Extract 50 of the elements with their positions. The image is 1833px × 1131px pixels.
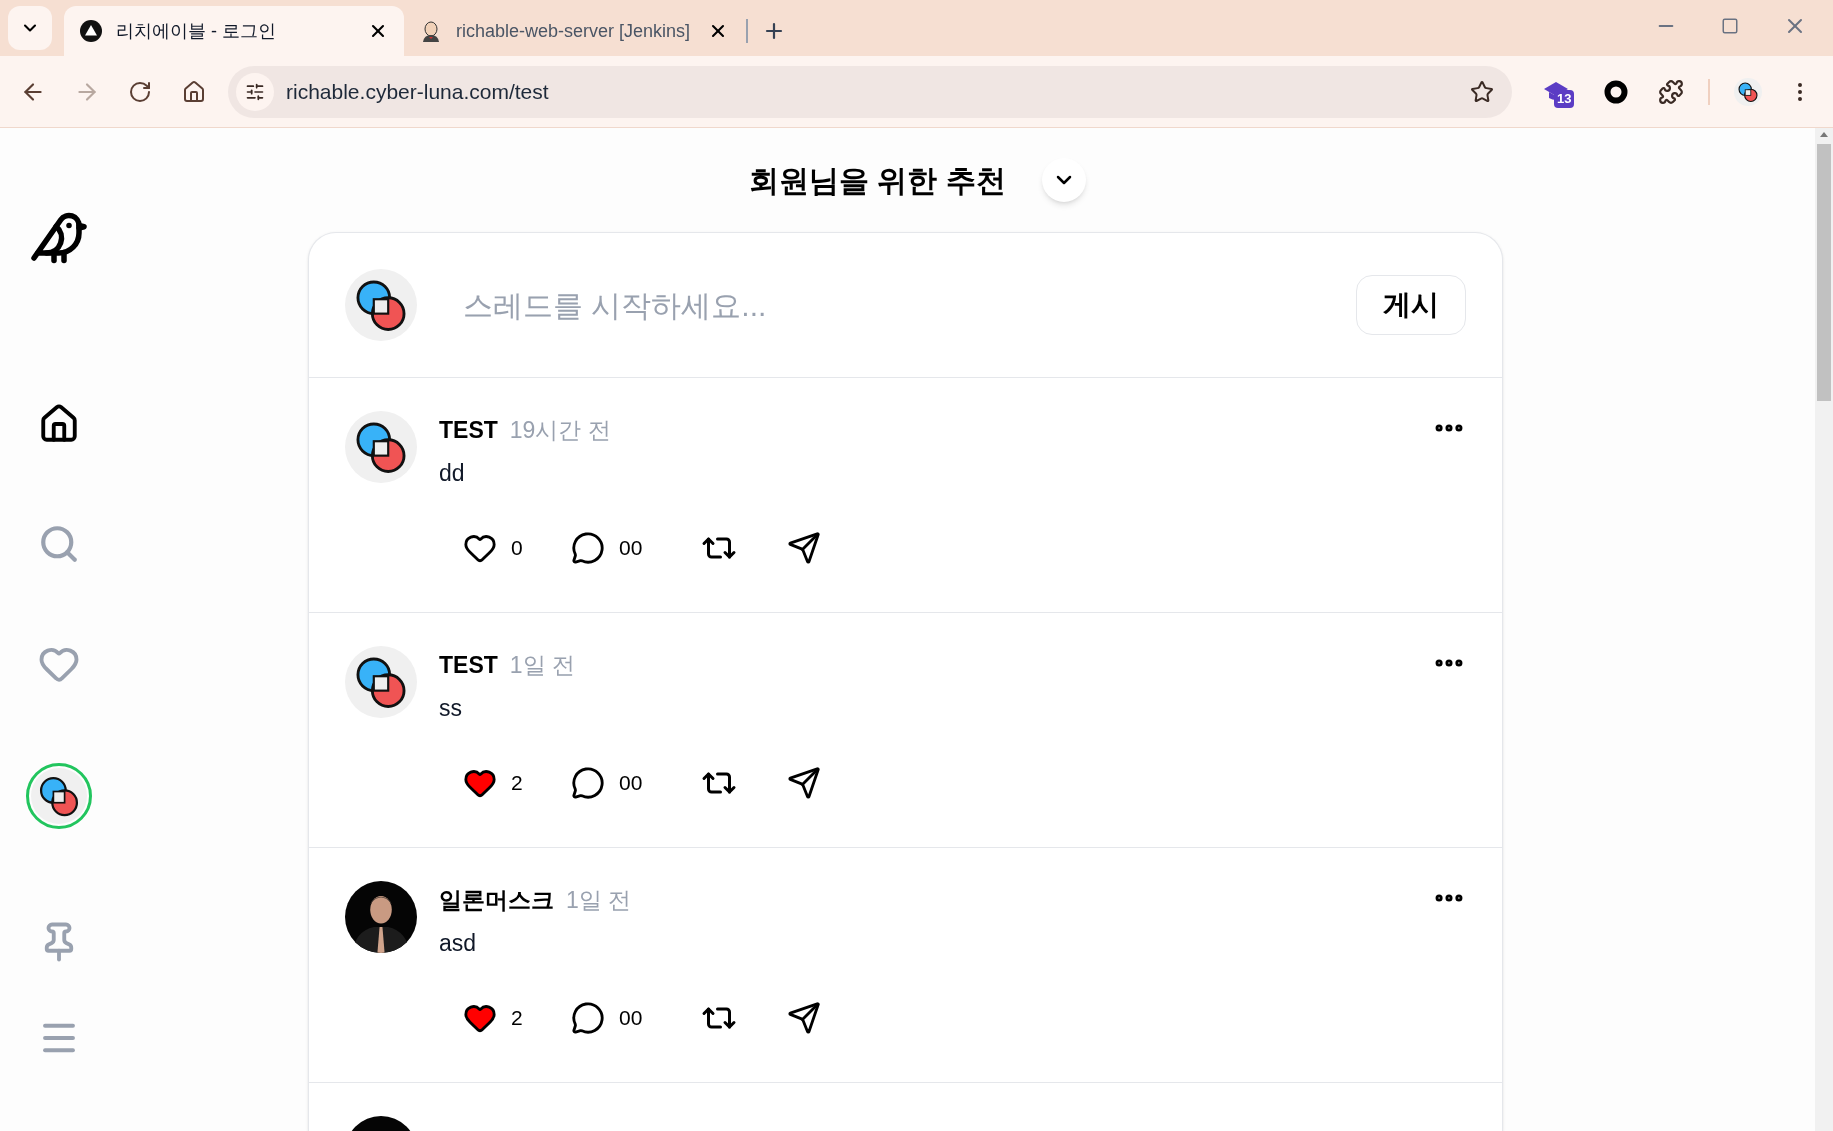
browser-tab[interactable]: 리치에이블 - 로그인: [64, 6, 404, 56]
site-settings-icon[interactable]: [245, 81, 265, 102]
thread-input-field[interactable]: 스레드를 시작하세요...: [463, 282, 1356, 328]
post-text: asd: [439, 928, 478, 958]
post-time: 19시간 전: [509, 416, 611, 445]
bookmark-star-icon[interactable]: [1470, 79, 1494, 104]
browser-tab[interactable]: richable-web-server [Jenkins]: [404, 6, 744, 56]
comment-icon[interactable]: [571, 531, 605, 565]
author-name[interactable]: TEST: [439, 413, 498, 448]
like-count: 2: [511, 770, 524, 797]
profile-avatar[interactable]: [25, 763, 92, 829]
avatar: [345, 646, 417, 718]
profile-icon: [1734, 77, 1762, 106]
avatar: [345, 411, 417, 483]
like-count: 0: [511, 535, 524, 562]
scroll-up-icon[interactable]: [1819, 130, 1829, 138]
post-button[interactable]: 게시: [1356, 275, 1466, 335]
share-icon[interactable]: [787, 531, 821, 565]
comment-icon[interactable]: [571, 766, 605, 800]
comment-icon[interactable]: [571, 1001, 605, 1035]
url-text: richable.cyber-luna.com/test: [286, 78, 550, 105]
ring-icon[interactable]: [1604, 79, 1628, 104]
comment-count: 00: [619, 1005, 644, 1032]
post-text: ss: [439, 693, 463, 723]
extension-badge: 13: [1554, 89, 1575, 108]
like-count: 2: [511, 1005, 524, 1032]
address-bar[interactable]: richable.cyber-luna.com/test: [228, 65, 1512, 118]
share-icon[interactable]: [787, 1001, 821, 1035]
author-name[interactable]: 일론머스크: [439, 883, 554, 918]
tab-title: richable-web-server [Jenkins]: [456, 19, 692, 43]
home-icon[interactable]: [182, 79, 206, 104]
author-name[interactable]: TEST: [439, 648, 498, 683]
comment-count: 00: [619, 770, 644, 797]
maximize-icon[interactable]: [1721, 17, 1739, 35]
post-text: dd: [439, 458, 466, 488]
person-icon: [420, 20, 442, 42]
share-icon[interactable]: [787, 766, 821, 800]
avatar: [345, 269, 417, 341]
tab-title: 리치에이블 - 로그인: [116, 19, 277, 43]
reload-icon[interactable]: [128, 79, 152, 104]
tab-search-button[interactable]: [8, 6, 52, 50]
feed-dropdown-button[interactable]: [1041, 158, 1086, 202]
feed-title: 회원님을 위한 추천: [749, 162, 1006, 199]
scrollbar-thumb[interactable]: [1817, 144, 1831, 401]
comment-count: 00: [619, 535, 644, 562]
triangle-logo-icon: [80, 20, 102, 42]
extensions-icon[interactable]: [1658, 78, 1684, 105]
post-time: 1일 전: [566, 886, 632, 915]
post-time: 1일 전: [509, 651, 575, 680]
logo-icon: [30, 768, 87, 824]
